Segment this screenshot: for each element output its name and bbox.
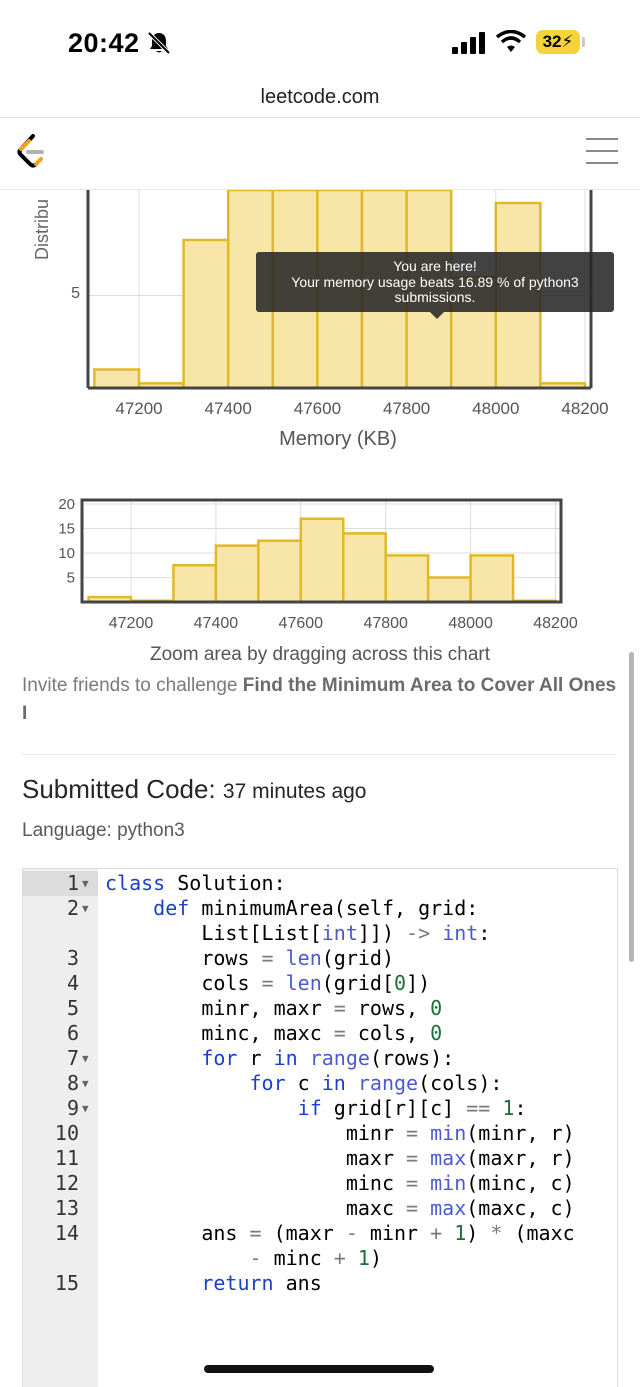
menu-icon[interactable] (586, 138, 618, 166)
x-tick-label: 47200 (115, 399, 162, 418)
code-line: 2 ▼ def minimumArea(self, grid: (66, 896, 479, 920)
x-tick-label: 47600 (279, 615, 324, 632)
x-tick-label: 48000 (472, 399, 519, 418)
y-tick-label: 15 (58, 521, 75, 538)
site-header (0, 118, 640, 190)
y-tick-label: 5 (71, 285, 80, 302)
invite-prefix: Invite friends to challenge (22, 675, 243, 696)
x-tick-label: 47800 (363, 615, 408, 632)
content: Distribu 5 47200 47400 47600 47800 48000 4820… (0, 190, 640, 1387)
status-bar: 20:42 32⚡ (0, 0, 640, 80)
code-line: 4 cols = len(grid[0]) (66, 971, 431, 995)
divider (22, 754, 616, 755)
memory-distribution-chart[interactable]: Distribu 5 47200 47400 47600 47800 48000 4820… (0, 190, 640, 460)
fold-arrow-icon: ▼ (82, 902, 89, 915)
y-tick-label: 5 (67, 570, 75, 587)
tooltip-arrow (430, 312, 444, 319)
zoom-chart[interactable]: 20 15 10 5 47200 47400 47600 47800 48000 48200 Z… (0, 490, 640, 680)
code-line: 15 return ans (54, 1271, 322, 1295)
url-text[interactable]: leetcode.com (0, 86, 640, 109)
code-line: - minc + 1) (249, 1246, 382, 1270)
code-line: 13 maxc = max(maxc, c) (54, 1196, 575, 1220)
battery-level: 32⚡ (536, 30, 580, 54)
battery-nub (582, 37, 585, 47)
y-axis-label: Distribu (32, 199, 52, 260)
code-line: 9 ▼ if grid[r][c] == 1: (66, 1096, 527, 1120)
x-tick-label: 47600 (294, 399, 341, 418)
code-line: 8 ▼ for c in range(cols): (66, 1071, 503, 1095)
code-line: 3 rows = len(grid) (66, 946, 395, 970)
code-line: 14 ans = (maxr - minr + 1) * (maxc (54, 1221, 575, 1245)
x-tick-label: 47400 (194, 615, 239, 632)
wifi-icon (496, 30, 526, 52)
histogram-bar[interactable] (214, 544, 260, 604)
histogram-bar[interactable] (342, 532, 387, 604)
histogram-bar[interactable] (172, 564, 218, 604)
y-tick-label: 10 (58, 545, 75, 562)
tooltip-title: You are here! (393, 258, 477, 274)
x-tick-label: 47400 (205, 399, 252, 418)
code-line: 1 ▼ class Solution: (66, 871, 286, 895)
histogram-bar[interactable] (182, 238, 230, 390)
code-line: 5 minr, maxr = rows, 0 (66, 996, 443, 1020)
zoom-caption: Zoom area by dragging across this chart (150, 644, 491, 665)
tooltip-text: Your memory usage beats 16.89 % of pytho… (291, 273, 579, 290)
page-scrollbar[interactable] (629, 652, 634, 962)
x-tick-label: 47800 (383, 399, 430, 418)
submitted-code-heading: Submitted Code: 37 minutes ago (22, 774, 367, 805)
x-tick-label: 48200 (561, 399, 608, 418)
code-line: 6 minc, maxc = cols, 0 (66, 1021, 443, 1045)
x-axis-label: Memory (KB) (279, 428, 397, 450)
submitted-label: Submitted Code: (22, 774, 223, 804)
language-label: Language: python3 (22, 820, 185, 841)
code-line: 12 minc = min(minc, c) (54, 1171, 575, 1195)
leetcode-logo-icon[interactable] (16, 134, 46, 170)
chart-tooltip: You are here! Your memory usage beats 16… (256, 252, 614, 312)
fold-arrow-icon: ▼ (82, 1052, 89, 1065)
x-tick-label: 48000 (448, 615, 493, 632)
histogram-bar[interactable] (93, 368, 141, 390)
fold-arrow-icon: ▼ (82, 877, 89, 890)
tooltip-text-cont: submissions. (394, 289, 476, 305)
home-indicator[interactable] (204, 1365, 434, 1373)
histogram-bar[interactable] (299, 517, 345, 604)
code-editor[interactable]: 1 ▼ class Solution: 2 ▼ def minimumArea(sel… (22, 868, 618, 1387)
y-tick-label: 20 (58, 496, 75, 513)
code-line: 10 minr = min(minr, r) (54, 1121, 575, 1145)
bell-off-icon (147, 31, 171, 55)
x-tick-label: 48200 (533, 615, 578, 632)
browser-url-bar[interactable]: leetcode.com (0, 80, 640, 118)
x-tick-label: 47200 (109, 615, 154, 632)
histogram-bar[interactable] (257, 539, 303, 604)
histogram-bar[interactable] (384, 554, 430, 604)
fold-arrow-icon: ▼ (82, 1102, 89, 1115)
histogram-bar[interactable] (469, 554, 515, 604)
signal-icon (452, 32, 485, 54)
submitted-time: 37 minutes ago (222, 780, 367, 803)
code-line: 7 ▼ for r in range(rows): (66, 1046, 455, 1070)
code-line: 11 maxr = max(maxr, r) (54, 1146, 575, 1170)
status-time: 20:42 (68, 28, 140, 58)
fold-arrow-icon: ▼ (82, 1077, 89, 1090)
code-line: List[List[int]]) -> int: (105, 921, 491, 945)
invite-text: Invite friends to challenge Find the Min… (22, 672, 622, 728)
histogram-bar[interactable] (426, 576, 472, 604)
